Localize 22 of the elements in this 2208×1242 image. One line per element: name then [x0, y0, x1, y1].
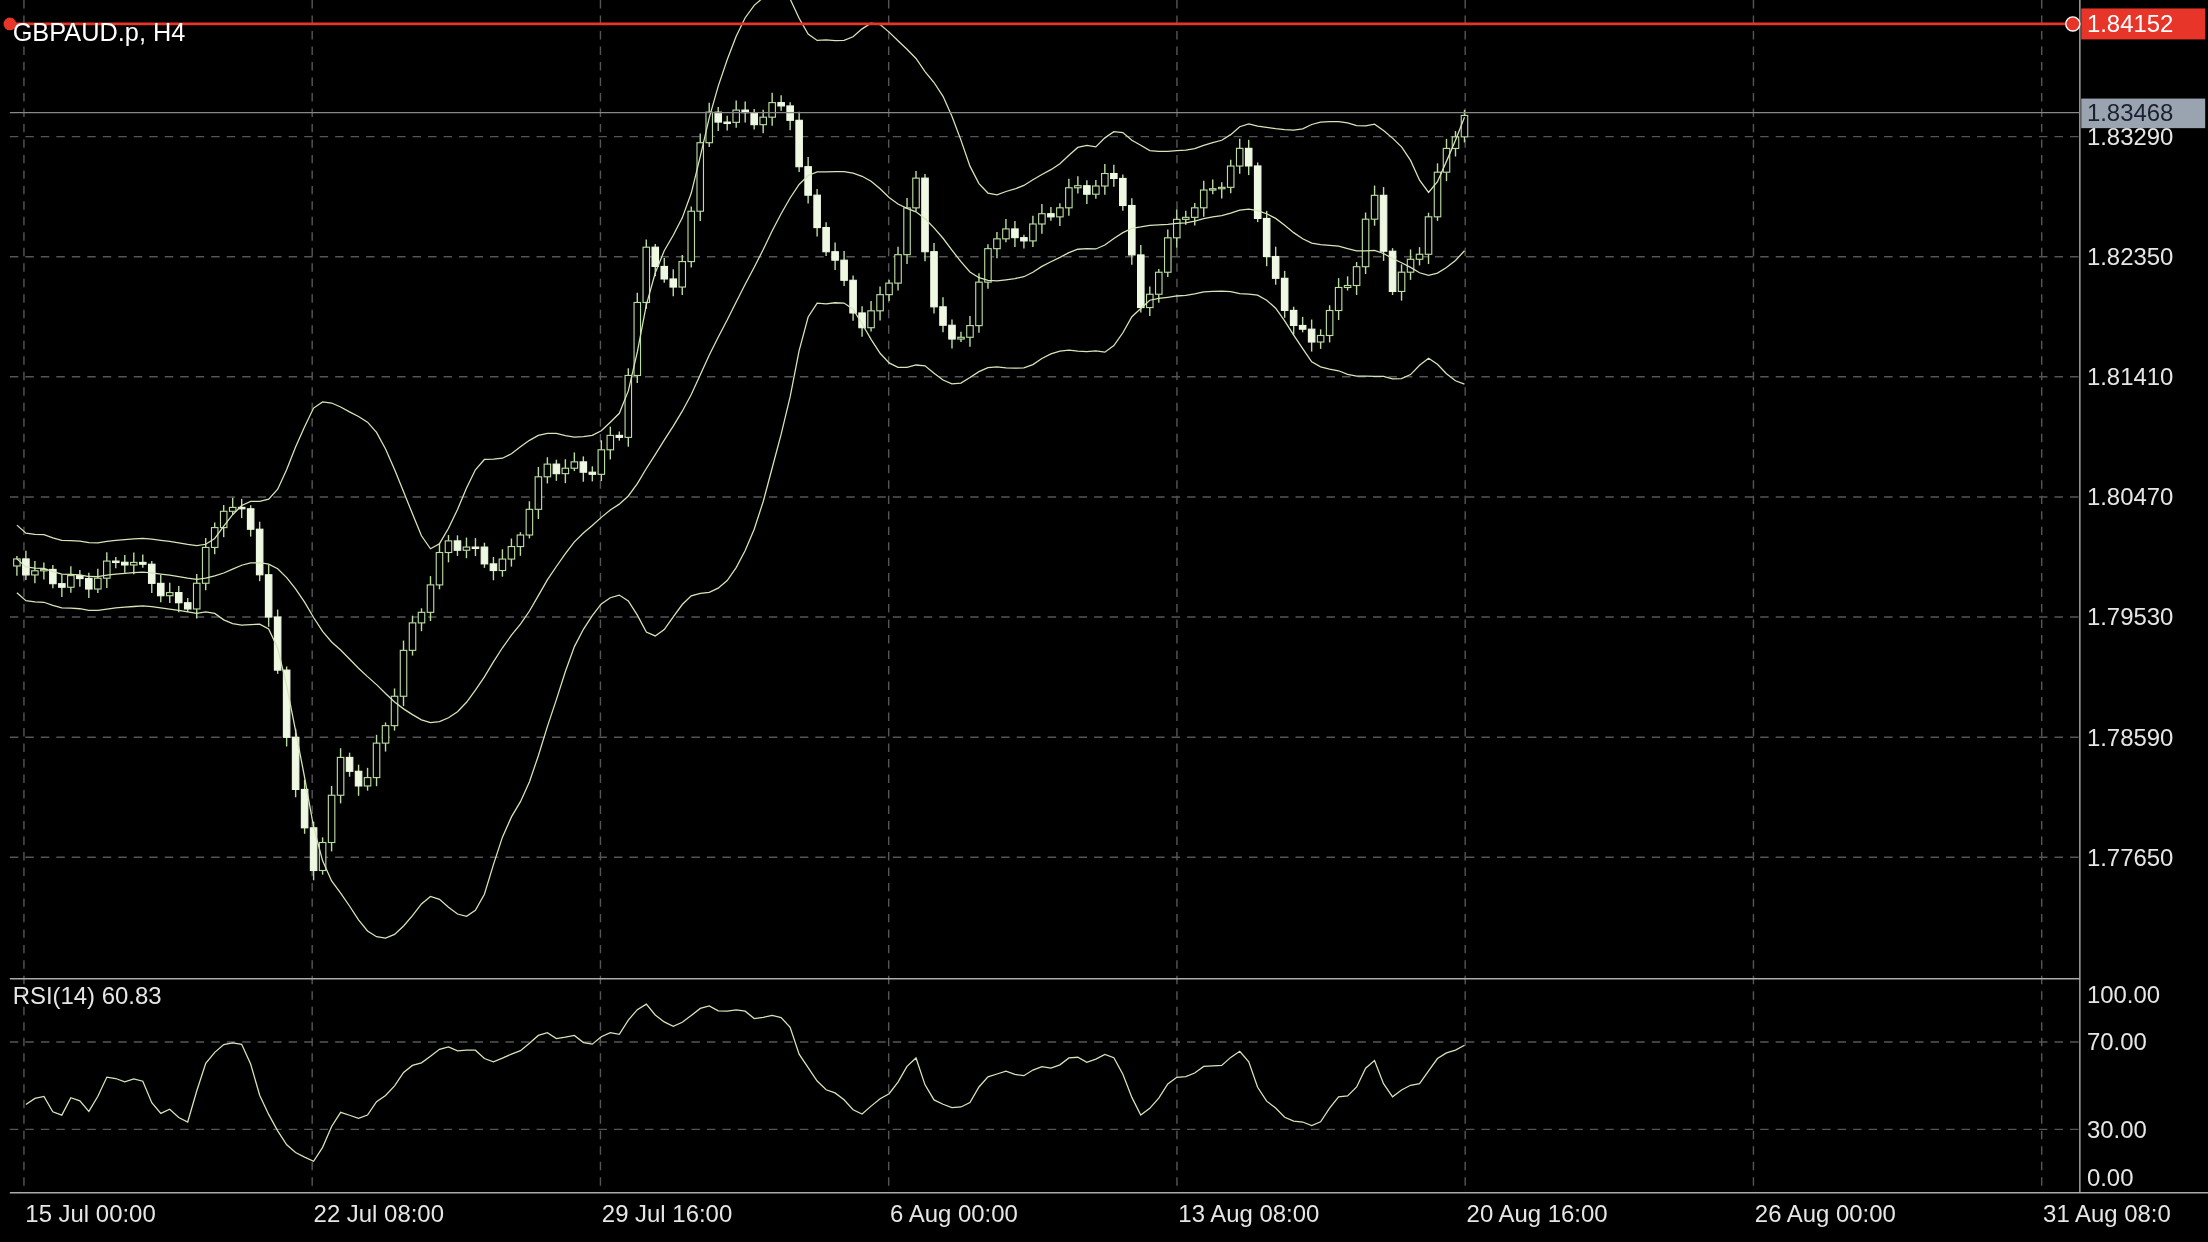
price-axis-label: 1.81410: [2086, 363, 2174, 391]
price-axis-label: 1.82350: [2086, 243, 2174, 271]
time-axis-label: 29 Jul 16:00: [601, 1200, 733, 1228]
price-axis-label: 1.77650: [2086, 843, 2174, 871]
time-axis-label: 26 Aug 00:00: [1754, 1200, 1896, 1228]
time-axis-label: 6 Aug 00:00: [890, 1200, 1018, 1228]
rsi-axis-label: 70.00: [2086, 1028, 2147, 1056]
price-axis-label: 1.78590: [2086, 723, 2174, 751]
price-level-tag: 1.84152: [2081, 8, 2206, 40]
time-axis-label: 15 Jul 00:00: [25, 1200, 156, 1228]
time-axis-label: 20 Aug 16:00: [1466, 1200, 1608, 1228]
time-axis-label: 31 Aug 08:0: [2043, 1200, 2171, 1228]
price-axis-label: 1.79530: [2086, 603, 2174, 631]
rsi-axis-label: 0.00: [2086, 1163, 2134, 1191]
rsi-axis-label: 100.00: [2086, 980, 2161, 1008]
time-axis-label: 22 Jul 08:00: [313, 1200, 444, 1228]
rsi-axis-label: 30.00: [2086, 1115, 2147, 1143]
rsi-title: RSI(14) 60.83: [12, 982, 162, 1009]
price-axis-label: 1.80470: [2086, 483, 2174, 511]
bid-price-tag: 1.83468: [2081, 98, 2206, 129]
chart-title: GBPAUD.p, H4: [12, 17, 186, 46]
time-axis-label: 13 Aug 08:00: [1178, 1200, 1320, 1228]
